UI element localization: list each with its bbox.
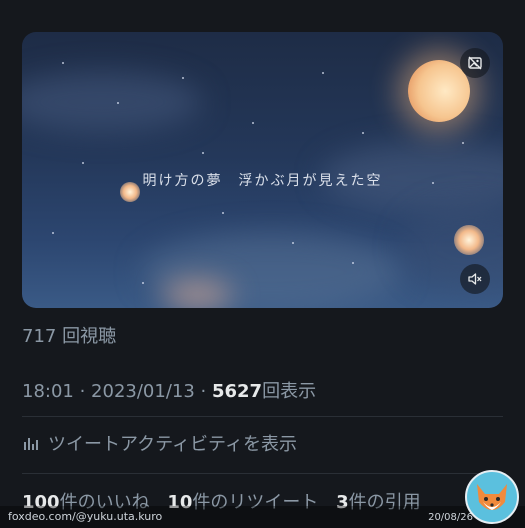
speaker-muted-icon (468, 273, 482, 285)
cloud-decoration (162, 280, 232, 308)
glowing-light (454, 225, 484, 255)
star (182, 77, 184, 79)
star (62, 62, 64, 64)
view-count: 717 回視聴 (22, 326, 117, 347)
star (142, 282, 144, 284)
divider (22, 473, 503, 474)
separator: · (73, 381, 92, 402)
tweet-activity-label: ツイートアクティビティを表示 (48, 434, 297, 455)
tweet-date[interactable]: 2023/01/13 (91, 381, 195, 402)
star (462, 142, 464, 144)
impression-label: 回表示 (262, 381, 317, 402)
cloud-decoration (22, 72, 202, 132)
tweet-time[interactable]: 18:01 (22, 381, 74, 402)
star (362, 132, 364, 134)
watermark-source: foxdeo.com/@yuku.uta.kuro (8, 510, 163, 523)
star (52, 232, 54, 234)
star (292, 242, 294, 244)
star (352, 262, 354, 264)
star (322, 72, 324, 74)
impression-count: 5627 (211, 381, 263, 402)
star (252, 122, 254, 124)
tweet-activity-link[interactable]: ツイートアクティビティを表示 (22, 430, 297, 456)
watermark-bar: foxdeo.com/@yuku.uta.kuro 20/08/26 (0, 506, 525, 528)
video-caption: 明け方の夢 浮かぶ月が見えた空 (142, 173, 383, 189)
video-player[interactable]: 明け方の夢 浮かぶ月が見えた空 (22, 32, 503, 308)
star (117, 102, 119, 104)
mute-button[interactable] (460, 264, 490, 294)
separator: · (194, 381, 212, 402)
picture-off-button[interactable] (460, 48, 490, 78)
star (202, 152, 204, 154)
fox-logo-icon (465, 470, 519, 524)
tweet-meta: 18:01 · 2023/01/13 · 5627回表示 (22, 377, 316, 403)
star (82, 162, 84, 164)
watermark-date: 20/08/26 (428, 512, 473, 523)
bar-chart-icon (24, 438, 38, 450)
divider (22, 416, 503, 417)
star (222, 212, 224, 214)
picture-off-icon (468, 56, 482, 70)
